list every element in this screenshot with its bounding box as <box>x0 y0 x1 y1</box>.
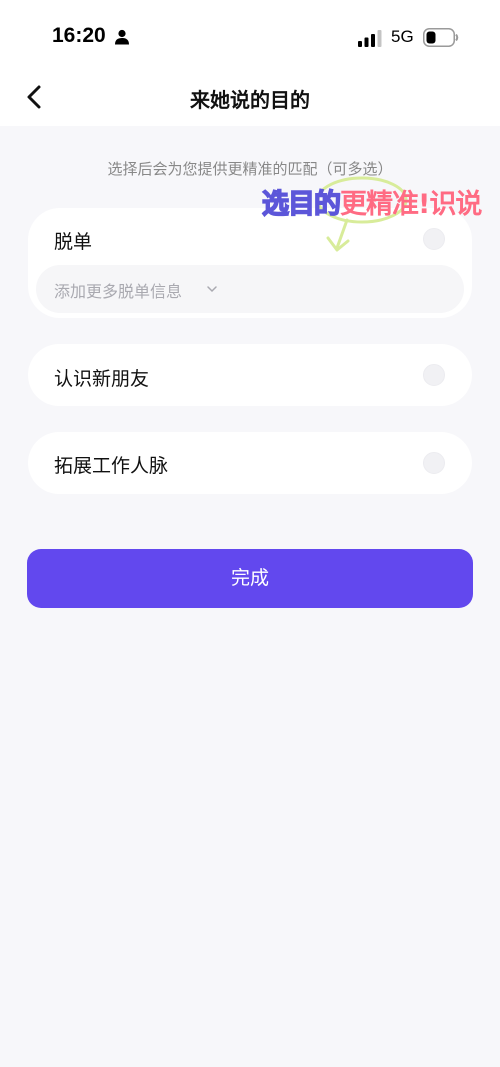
page-title: 来她说的目的 <box>190 88 310 112</box>
option-label: 拓展工作人脉 <box>54 455 169 477</box>
option-radio[interactable] <box>423 452 445 474</box>
status-bar: 16:20 5G <box>0 0 500 68</box>
person-icon <box>115 29 129 45</box>
option-card-work-network[interactable]: 拓展工作人脉 <box>28 432 472 494</box>
option-card-tuodan[interactable]: 脱单 添加更多脱单信息 <box>28 208 472 318</box>
more-info-placeholder: 添加更多脱单信息 <box>54 282 183 301</box>
signal-icon <box>358 30 382 47</box>
done-button[interactable]: 完成 <box>27 549 473 608</box>
option-label: 脱单 <box>54 231 93 253</box>
more-info-field[interactable]: 添加更多脱单信息 <box>36 265 464 313</box>
option-card-new-friends[interactable]: 认识新朋友 <box>28 344 472 406</box>
network-type: 5G <box>391 27 414 46</box>
chevron-down-icon <box>207 286 217 293</box>
option-radio[interactable] <box>423 228 445 250</box>
hint-text: 选择后会为您提供更精准的匹配（可多选） <box>107 160 393 178</box>
option-label: 认识新朋友 <box>54 368 150 390</box>
status-time: 16:20 <box>52 24 106 47</box>
option-radio[interactable] <box>423 364 445 386</box>
battery-icon <box>423 28 459 47</box>
nav-bar: 来她说的目的 <box>0 68 500 126</box>
